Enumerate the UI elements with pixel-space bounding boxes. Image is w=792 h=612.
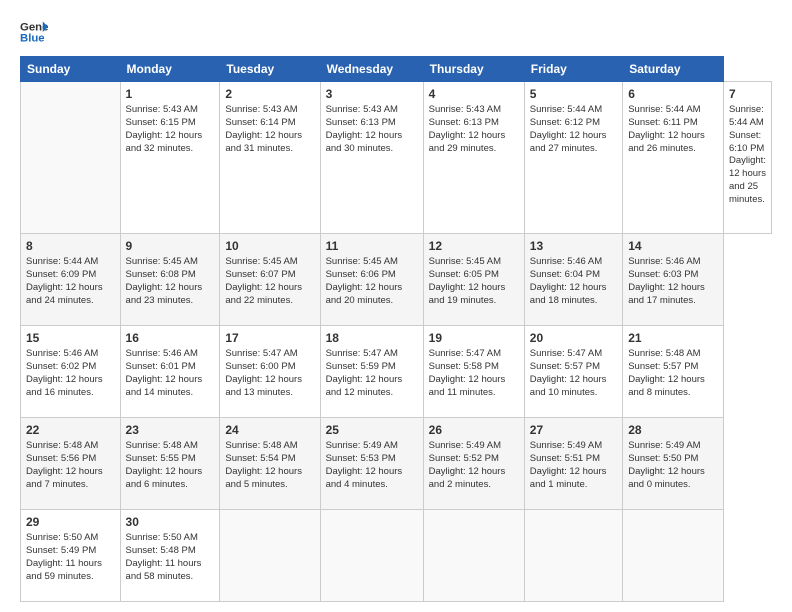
calendar-cell-w4d0: 29Sunrise: 5:50 AMSunset: 5:49 PMDayligh… [21,509,121,601]
day-number: 21 [628,330,718,346]
day-number: 24 [225,422,314,438]
day-number: 3 [326,86,418,102]
calendar-header-thursday: Thursday [423,57,524,82]
day-number: 11 [326,238,418,254]
day-number: 26 [429,422,519,438]
calendar-cell-w2d6: 21Sunrise: 5:48 AMSunset: 5:57 PMDayligh… [623,326,724,418]
calendar-cell-w1d3: 11Sunrise: 5:45 AMSunset: 6:06 PMDayligh… [320,234,423,326]
day-number: 2 [225,86,314,102]
day-number: 12 [429,238,519,254]
day-number: 23 [126,422,215,438]
day-number: 15 [26,330,115,346]
day-number: 9 [126,238,215,254]
calendar-table: SundayMondayTuesdayWednesdayThursdayFrid… [20,56,772,602]
calendar-cell-w0d3: 3Sunrise: 5:43 AMSunset: 6:13 PMDaylight… [320,82,423,234]
calendar-cell-w4d2 [220,509,320,601]
day-number: 29 [26,514,115,530]
day-number: 17 [225,330,314,346]
calendar-week-2: 8Sunrise: 5:44 AMSunset: 6:09 PMDaylight… [21,234,772,326]
day-number: 18 [326,330,418,346]
svg-text:Blue: Blue [20,33,45,45]
calendar-cell-w3d2: 24Sunrise: 5:48 AMSunset: 5:54 PMDayligh… [220,418,320,510]
calendar-cell-w4d5 [524,509,622,601]
calendar-cell-w4d1: 30Sunrise: 5:50 AMSunset: 5:48 PMDayligh… [120,509,220,601]
day-number: 25 [326,422,418,438]
day-number: 22 [26,422,115,438]
calendar-cell-w4d6 [623,509,724,601]
calendar-cell-w4d3 [320,509,423,601]
calendar-header-wednesday: Wednesday [320,57,423,82]
calendar-cell-w2d5: 20Sunrise: 5:47 AMSunset: 5:57 PMDayligh… [524,326,622,418]
day-number: 7 [729,86,766,102]
calendar-cell-w2d0: 15Sunrise: 5:46 AMSunset: 6:02 PMDayligh… [21,326,121,418]
header: General Blue [20,18,772,46]
calendar-header-friday: Friday [524,57,622,82]
calendar-cell-w1d2: 10Sunrise: 5:45 AMSunset: 6:07 PMDayligh… [220,234,320,326]
logo-icon: General Blue [20,18,48,46]
calendar-body: 1Sunrise: 5:43 AMSunset: 6:15 PMDaylight… [21,82,772,602]
calendar-cell-w2d2: 17Sunrise: 5:47 AMSunset: 6:00 PMDayligh… [220,326,320,418]
day-number: 4 [429,86,519,102]
day-number: 8 [26,238,115,254]
day-number: 13 [530,238,617,254]
calendar-cell-w0d4: 4Sunrise: 5:43 AMSunset: 6:13 PMDaylight… [423,82,524,234]
day-number: 5 [530,86,617,102]
calendar-cell-w2d3: 18Sunrise: 5:47 AMSunset: 5:59 PMDayligh… [320,326,423,418]
day-number: 1 [126,86,215,102]
calendar-header-tuesday: Tuesday [220,57,320,82]
calendar-cell-w1d1: 9Sunrise: 5:45 AMSunset: 6:08 PMDaylight… [120,234,220,326]
calendar-week-1: 1Sunrise: 5:43 AMSunset: 6:15 PMDaylight… [21,82,772,234]
calendar-cell-w0d2: 2Sunrise: 5:43 AMSunset: 6:14 PMDaylight… [220,82,320,234]
logo: General Blue [20,18,48,46]
calendar-cell-w1d0: 8Sunrise: 5:44 AMSunset: 6:09 PMDaylight… [21,234,121,326]
day-number: 28 [628,422,718,438]
calendar-week-5: 29Sunrise: 5:50 AMSunset: 5:49 PMDayligh… [21,509,772,601]
day-number: 10 [225,238,314,254]
calendar-cell-w0d7: 7Sunrise: 5:44 AMSunset: 6:10 PMDaylight… [723,82,771,234]
day-number: 19 [429,330,519,346]
calendar-header-sunday: Sunday [21,57,121,82]
day-number: 6 [628,86,718,102]
day-number: 27 [530,422,617,438]
calendar-cell-w1d6: 14Sunrise: 5:46 AMSunset: 6:03 PMDayligh… [623,234,724,326]
day-number: 30 [126,514,215,530]
calendar-cell-w1d5: 13Sunrise: 5:46 AMSunset: 6:04 PMDayligh… [524,234,622,326]
calendar-week-4: 22Sunrise: 5:48 AMSunset: 5:56 PMDayligh… [21,418,772,510]
day-number: 20 [530,330,617,346]
calendar-cell-w3d5: 27Sunrise: 5:49 AMSunset: 5:51 PMDayligh… [524,418,622,510]
calendar-header-row: SundayMondayTuesdayWednesdayThursdayFrid… [21,57,772,82]
calendar-cell-w0d0 [21,82,121,234]
calendar-cell-w3d3: 25Sunrise: 5:49 AMSunset: 5:53 PMDayligh… [320,418,423,510]
page: General Blue SundayMondayTuesdayWednesda… [0,0,792,612]
calendar-week-3: 15Sunrise: 5:46 AMSunset: 6:02 PMDayligh… [21,326,772,418]
day-number: 16 [126,330,215,346]
calendar-header-monday: Monday [120,57,220,82]
calendar-cell-w1d4: 12Sunrise: 5:45 AMSunset: 6:05 PMDayligh… [423,234,524,326]
calendar-cell-w0d1: 1Sunrise: 5:43 AMSunset: 6:15 PMDaylight… [120,82,220,234]
calendar-cell-w0d6: 6Sunrise: 5:44 AMSunset: 6:11 PMDaylight… [623,82,724,234]
calendar-cell-w3d4: 26Sunrise: 5:49 AMSunset: 5:52 PMDayligh… [423,418,524,510]
calendar-cell-w3d6: 28Sunrise: 5:49 AMSunset: 5:50 PMDayligh… [623,418,724,510]
calendar-cell-w4d4 [423,509,524,601]
calendar-header-saturday: Saturday [623,57,724,82]
day-number: 14 [628,238,718,254]
calendar-cell-w0d5: 5Sunrise: 5:44 AMSunset: 6:12 PMDaylight… [524,82,622,234]
calendar-cell-w3d0: 22Sunrise: 5:48 AMSunset: 5:56 PMDayligh… [21,418,121,510]
calendar-cell-w2d4: 19Sunrise: 5:47 AMSunset: 5:58 PMDayligh… [423,326,524,418]
calendar-cell-w3d1: 23Sunrise: 5:48 AMSunset: 5:55 PMDayligh… [120,418,220,510]
calendar-cell-w2d1: 16Sunrise: 5:46 AMSunset: 6:01 PMDayligh… [120,326,220,418]
